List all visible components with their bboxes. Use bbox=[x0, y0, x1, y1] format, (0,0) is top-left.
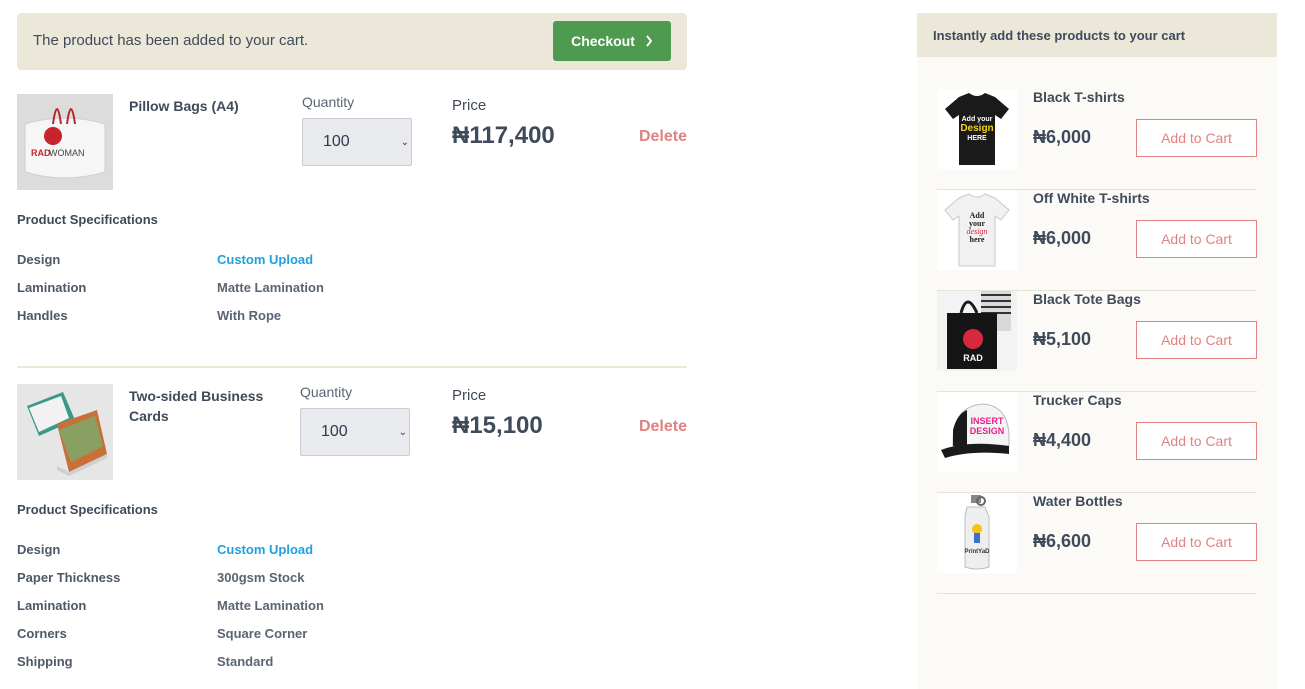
spec-key: Design bbox=[17, 542, 61, 557]
add-to-cart-button[interactable]: Add to Cart bbox=[1136, 220, 1257, 258]
water-bottle-image: PrintYaD bbox=[937, 493, 1017, 573]
upsell-price: ₦4,400 bbox=[1033, 430, 1092, 450]
delete-button[interactable]: Delete bbox=[639, 418, 687, 436]
upsell-name: Black T-shirts bbox=[1033, 89, 1125, 105]
cart-added-banner: The product has been added to your cart.… bbox=[17, 13, 687, 70]
upsell-item: RAD Black Tote Bags ₦5,100 Add to Cart bbox=[937, 291, 1257, 392]
spec-key: Paper Thickness bbox=[17, 570, 121, 585]
thumb-text: DESIGN bbox=[970, 426, 1005, 436]
cart-item: RAD WOMAN Pillow Bags (A4) Quantity 100 … bbox=[17, 94, 687, 334]
thumb-brand-text: WOMAN bbox=[49, 148, 85, 158]
upsell-item: PrintYaD Water Bottles ₦6,600 Add to Car… bbox=[937, 493, 1257, 594]
spec-key: Lamination bbox=[17, 280, 87, 295]
quantity-label: Quantity bbox=[302, 94, 355, 110]
spec-value: 300gsm Stock bbox=[217, 570, 305, 585]
item-price: ₦117,400 bbox=[452, 122, 555, 149]
spec-key: Handles bbox=[17, 308, 68, 323]
upsell-name: Black Tote Bags bbox=[1033, 291, 1141, 307]
black-tshirt-image: Add your Design HERE bbox=[937, 89, 1017, 169]
price-label: Price bbox=[452, 97, 487, 114]
pillow-bag-image: RAD WOMAN bbox=[17, 94, 113, 190]
specs-title: Product Specifications bbox=[17, 212, 158, 227]
quantity-label: Quantity bbox=[300, 384, 353, 400]
white-tshirt-image: Add your design here bbox=[937, 190, 1017, 270]
item-price: ₦15,100 bbox=[452, 412, 543, 439]
divider bbox=[17, 366, 687, 368]
tote-bag-image: RAD bbox=[937, 291, 1017, 371]
upsell-price: ₦6,000 bbox=[1033, 127, 1092, 147]
spec-value: Square Corner bbox=[217, 626, 308, 641]
spec-value: Standard bbox=[217, 654, 274, 669]
specs-title: Product Specifications bbox=[17, 502, 158, 517]
custom-upload-link[interactable]: Custom Upload bbox=[217, 542, 313, 557]
banner-message: The product has been added to your cart. bbox=[33, 32, 309, 49]
thumb-text: HERE bbox=[967, 135, 987, 142]
quantity-value: 100 bbox=[321, 423, 348, 440]
business-cards-image bbox=[17, 384, 113, 480]
upsell-sidebar: Instantly add these products to your car… bbox=[917, 13, 1277, 689]
thumb-text: INSERT bbox=[970, 416, 1004, 426]
thumb-text: RAD bbox=[963, 353, 983, 363]
checkout-button[interactable]: Checkout bbox=[553, 21, 671, 61]
upsell-item: INSERT DESIGN Trucker Caps ₦4,400 Add to… bbox=[937, 392, 1257, 493]
price-label: Price bbox=[452, 387, 487, 404]
upsell-item: Add your Design HERE Black T-shirts ₦6,0… bbox=[937, 89, 1257, 190]
chevron-down-icon: ⌄ bbox=[400, 137, 409, 148]
add-to-cart-button[interactable]: Add to Cart bbox=[1136, 119, 1257, 157]
sidebar-title: Instantly add these products to your car… bbox=[917, 13, 1277, 57]
add-to-cart-button[interactable]: Add to Cart bbox=[1136, 523, 1257, 561]
spec-value: With Rope bbox=[217, 308, 282, 323]
spec-value: Matte Lamination bbox=[217, 280, 324, 295]
quantity-select[interactable]: 100 ⌄ bbox=[302, 118, 412, 166]
spec-key: Shipping bbox=[17, 654, 73, 669]
upsell-item: Add your design here Off White T-shirts … bbox=[937, 190, 1257, 291]
item-name: Pillow Bags (A4) bbox=[129, 98, 239, 114]
delete-button[interactable]: Delete bbox=[639, 128, 687, 146]
upsell-price: ₦5,100 bbox=[1033, 329, 1092, 349]
custom-upload-link[interactable]: Custom Upload bbox=[217, 252, 313, 267]
add-to-cart-button[interactable]: Add to Cart bbox=[1136, 422, 1257, 460]
upsell-price: ₦6,000 bbox=[1033, 228, 1092, 248]
thumb-text: here bbox=[970, 235, 985, 244]
thumb-text: Add your bbox=[962, 116, 993, 123]
chevron-right-icon bbox=[646, 35, 653, 47]
chevron-down-icon: ⌄ bbox=[398, 427, 407, 438]
add-to-cart-button[interactable]: Add to Cart bbox=[1136, 321, 1257, 359]
cart-item: Two-sided Business Cards Quantity 100 ⌄ … bbox=[17, 384, 687, 674]
upsell-name: Off White T-shirts bbox=[1033, 190, 1150, 206]
thumb-text: PrintYaD bbox=[964, 549, 990, 555]
quantity-select[interactable]: 100 ⌄ bbox=[300, 408, 410, 456]
upsell-price: ₦6,600 bbox=[1033, 531, 1092, 551]
thumb-text: Design bbox=[960, 123, 993, 134]
spec-value: Matte Lamination bbox=[217, 598, 324, 613]
checkout-label: Checkout bbox=[571, 33, 635, 49]
upsell-name: Trucker Caps bbox=[1033, 392, 1122, 408]
spec-key: Corners bbox=[17, 626, 67, 641]
trucker-cap-image: INSERT DESIGN bbox=[937, 392, 1017, 472]
spec-key: Design bbox=[17, 252, 61, 267]
quantity-value: 100 bbox=[323, 133, 350, 150]
upsell-name: Water Bottles bbox=[1033, 493, 1123, 509]
thumb-brand-text: RAD bbox=[31, 148, 51, 158]
item-name: Two-sided Business Cards bbox=[129, 388, 264, 424]
spec-key: Lamination bbox=[17, 598, 87, 613]
